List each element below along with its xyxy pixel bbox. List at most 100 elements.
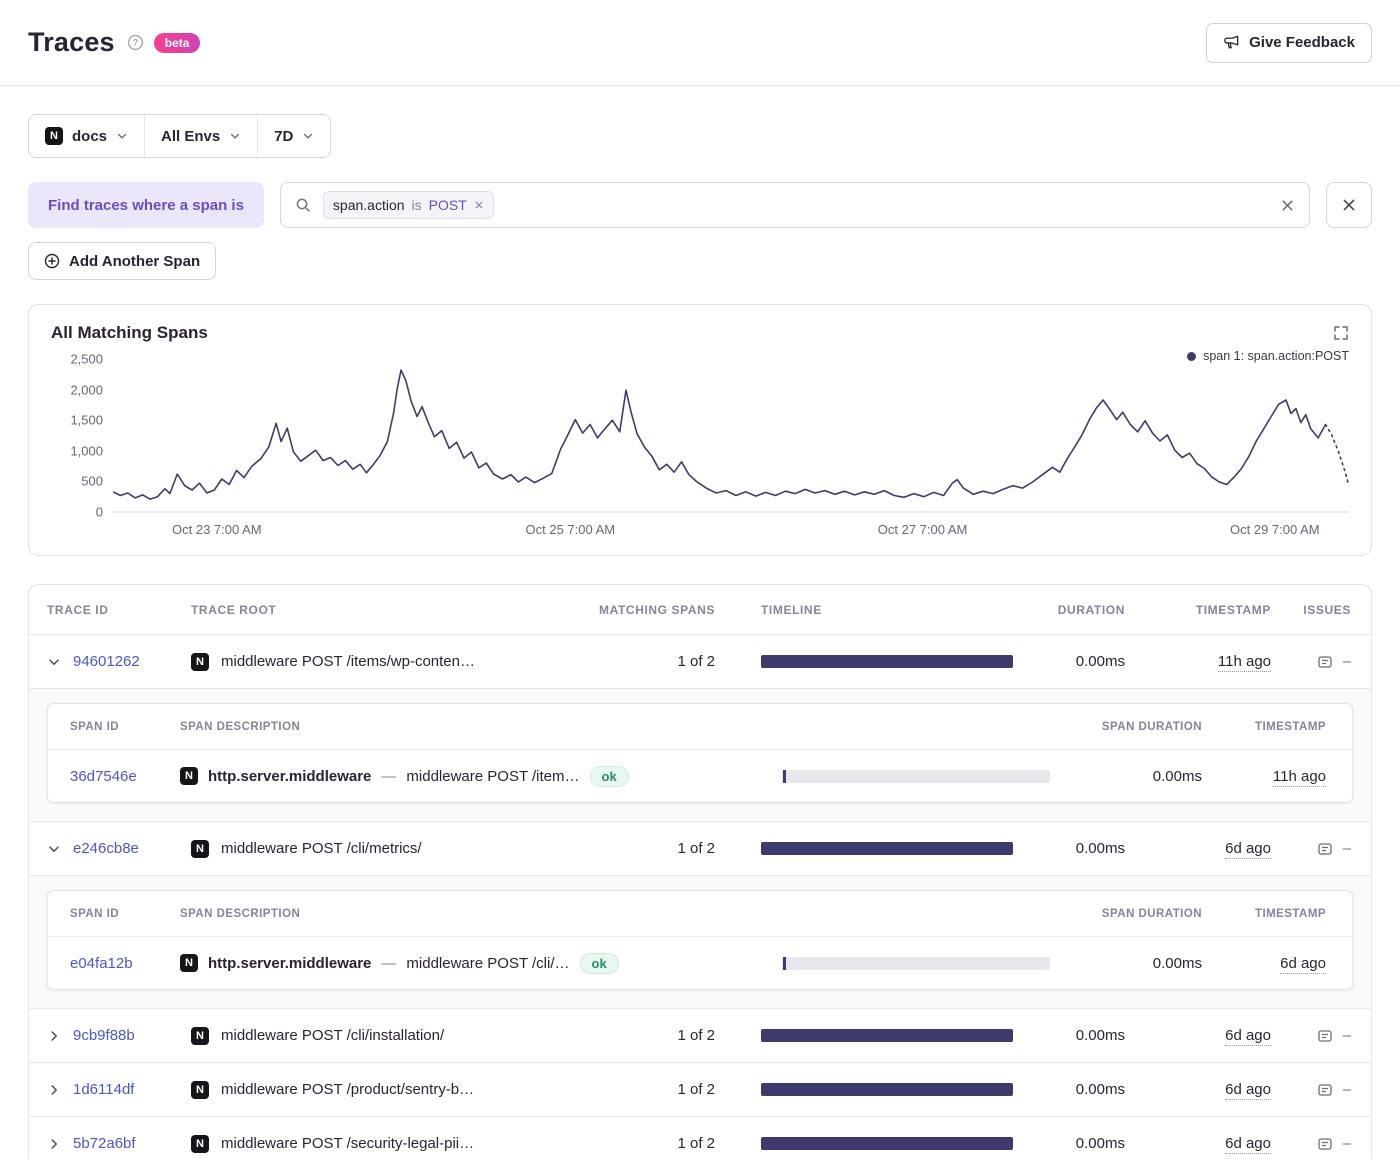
issues-count: –: [1343, 1027, 1351, 1044]
matching-spans-count: 1 of 2: [555, 840, 715, 857]
nextjs-platform-icon: N: [180, 767, 198, 785]
issues-cell: –: [1271, 1081, 1371, 1098]
duration-value: 0.00ms: [1015, 653, 1125, 670]
span-timestamp-value[interactable]: 11h ago: [1273, 768, 1326, 787]
trace-root-label: middleware POST /cli/installation/: [221, 1027, 444, 1044]
chart-legend: span 1: span.action:POST: [1187, 349, 1349, 363]
expanded-spans-panel: Span ID Span Description Span Duration T…: [29, 876, 1371, 1009]
span-timestamp-value[interactable]: 6d ago: [1280, 955, 1326, 974]
trace-root: N middleware POST /cli/installation/: [191, 1027, 555, 1045]
remove-span-filter-button[interactable]: [1326, 182, 1372, 228]
span-op-label: http.server.middleware: [208, 768, 371, 785]
trace-id-link[interactable]: 9cb9f88b: [73, 1027, 191, 1044]
timestamp-value[interactable]: 6d ago: [1225, 840, 1271, 859]
chart-x-axis: Oct 23 7:00 AM Oct 25 7:00 AM Oct 27 7:0…: [113, 515, 1349, 543]
help-icon[interactable]: ?: [127, 34, 144, 51]
issues-icon: [1317, 1028, 1333, 1044]
timeline-cell: [715, 1137, 1015, 1150]
span-id-link[interactable]: e04fa12b: [48, 955, 180, 972]
table-row: 1d6114df N middleware POST /product/sent…: [29, 1063, 1371, 1117]
table-row: 9cb9f88b N middleware POST /cli/installa…: [29, 1009, 1371, 1063]
nextjs-platform-icon: N: [45, 127, 63, 145]
trace-root-label: middleware POST /cli/metrics/: [221, 840, 422, 857]
add-another-span-button[interactable]: Add Another Span: [28, 242, 216, 280]
span-timestamp-cell: 11h ago: [1202, 768, 1352, 785]
col-span-id: Span ID: [48, 908, 180, 920]
issues-count: –: [1343, 840, 1351, 857]
environment-selector-label: All Envs: [161, 128, 220, 145]
project-selector-label: docs: [72, 128, 107, 145]
span-filter-pill[interactable]: Find traces where a span is: [28, 182, 264, 228]
span-description: N http.server.middleware — middleware PO…: [180, 953, 752, 974]
row-expand-chevron[interactable]: [29, 1137, 73, 1151]
token-remove-icon[interactable]: [474, 200, 484, 210]
issues-icon: [1317, 654, 1333, 670]
project-selector[interactable]: N docs: [29, 115, 144, 157]
col-span-timestamp: Timestamp: [1202, 721, 1352, 733]
span-timeline-track[interactable]: [782, 770, 1050, 783]
row-collapse-chevron[interactable]: [29, 655, 73, 669]
col-span-duration: Span Duration: [1052, 908, 1202, 920]
span-timeline-track[interactable]: [782, 957, 1050, 970]
span-timeline-cell: [752, 770, 1052, 783]
row-expand-chevron[interactable]: [29, 1029, 73, 1043]
span-status-badge: ok: [580, 953, 619, 974]
row-expand-chevron[interactable]: [29, 1083, 73, 1097]
timestamp-cell: 6d ago: [1125, 840, 1271, 857]
timestamp-value[interactable]: 6d ago: [1225, 1081, 1271, 1100]
col-trace-id: Trace ID: [29, 603, 191, 617]
search-token-chip[interactable]: span.action is POST: [323, 191, 494, 219]
row-collapse-chevron[interactable]: [29, 842, 73, 856]
timeline-cell: [715, 655, 1015, 668]
span-row: e04fa12b N http.server.middleware — midd…: [48, 937, 1352, 989]
date-range-selector-label: 7D: [274, 128, 293, 145]
add-another-span-label: Add Another Span: [69, 253, 200, 270]
timeline-bar[interactable]: [761, 1083, 1013, 1096]
environment-selector[interactable]: All Envs: [144, 115, 257, 157]
span-timeline-tick: [783, 770, 786, 783]
timeline-bar[interactable]: [761, 1137, 1013, 1150]
spans-chart: [113, 353, 1349, 513]
token-key: span.action: [333, 197, 405, 213]
date-range-selector[interactable]: 7D: [257, 115, 330, 157]
timeline-bar[interactable]: [761, 655, 1013, 668]
span-search-row: Find traces where a span is span.action …: [28, 182, 1372, 228]
issues-cell: –: [1271, 840, 1371, 857]
timestamp-value[interactable]: 6d ago: [1225, 1135, 1271, 1154]
traces-table: Trace ID Trace Root Matching Spans Timel…: [28, 584, 1372, 1159]
span-row: 36d7546e N http.server.middleware — midd…: [48, 750, 1352, 802]
timestamp-cell: 6d ago: [1125, 1135, 1271, 1152]
megaphone-icon: [1223, 34, 1240, 51]
trace-root-label: middleware POST /security-legal-pii…: [221, 1135, 474, 1152]
trace-id-link[interactable]: 5b72a6bf: [73, 1135, 191, 1152]
trace-id-link[interactable]: 94601262: [73, 653, 191, 670]
timestamp-cell: 6d ago: [1125, 1081, 1271, 1098]
timestamp-value[interactable]: 11h ago: [1218, 653, 1271, 672]
give-feedback-button[interactable]: Give Feedback: [1206, 23, 1372, 63]
trace-id-link[interactable]: e246cb8e: [73, 840, 191, 857]
separator-dash: —: [381, 768, 396, 785]
span-id-link[interactable]: 36d7546e: [48, 768, 180, 785]
search-clear-icon[interactable]: [1280, 198, 1295, 213]
timeline-bar[interactable]: [761, 842, 1013, 855]
trace-root: N middleware POST /security-legal-pii…: [191, 1135, 555, 1153]
close-icon: [1341, 197, 1357, 213]
legend-dot: [1187, 352, 1196, 361]
fullscreen-icon[interactable]: [1333, 325, 1349, 341]
table-header: Trace ID Trace Root Matching Spans Timel…: [29, 585, 1371, 635]
chart-plot-area[interactable]: Oct 23 7:00 AM Oct 25 7:00 AM Oct 27 7:0…: [113, 353, 1349, 543]
issues-icon: [1317, 841, 1333, 857]
search-input[interactable]: span.action is POST: [280, 182, 1310, 228]
trace-id-link[interactable]: 1d6114df: [73, 1081, 191, 1098]
search-icon: [295, 197, 311, 213]
span-description-label: middleware POST /item…: [406, 768, 579, 785]
separator-dash: —: [381, 955, 396, 972]
span-timeline-cell: [752, 957, 1052, 970]
trace-root: N middleware POST /product/sentry-b…: [191, 1081, 555, 1099]
duration-value: 0.00ms: [1015, 1081, 1125, 1098]
timestamp-value[interactable]: 6d ago: [1225, 1027, 1271, 1046]
chevron-down-icon: [116, 130, 128, 142]
timeline-cell: [715, 1029, 1015, 1042]
timeline-bar[interactable]: [761, 1029, 1013, 1042]
issues-cell: –: [1271, 1027, 1371, 1044]
